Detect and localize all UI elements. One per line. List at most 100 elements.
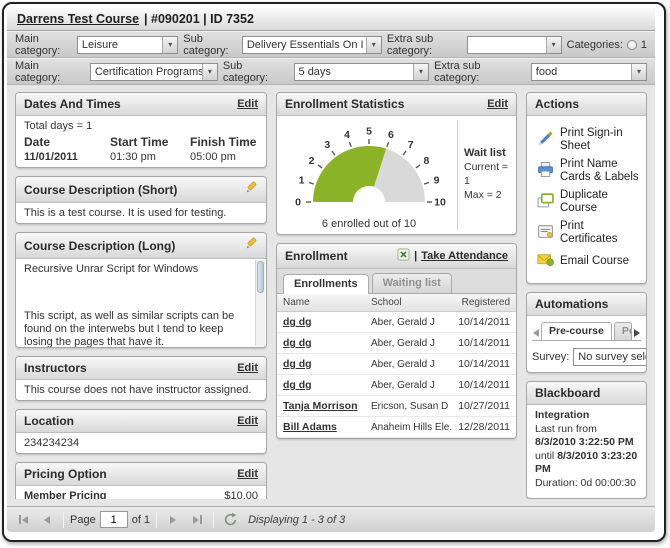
instructors-edit-link[interactable]: Edit — [237, 362, 258, 374]
enrollee-name-link[interactable]: dg dg — [283, 337, 371, 349]
category-row-1: Main category: Leisure ▾ Sub category: D… — [7, 31, 655, 58]
enrollee-name-link[interactable]: Tanja Morrison — [283, 400, 371, 412]
finish-time-column-header: Finish Time — [190, 135, 258, 149]
main-category-label-2: Main category: — [15, 60, 85, 84]
prev-page-button[interactable] — [37, 511, 57, 529]
enrollee-school: Aber, Gerald J — [371, 359, 453, 370]
tab-post-course[interactable]: Post- — [614, 322, 632, 340]
enrollee-school: Aber, Gerald J — [371, 317, 453, 328]
start-time-value: 01:30 pm — [110, 151, 190, 163]
action-label: Print Certificates — [560, 220, 642, 246]
long-description-textarea[interactable]: Recursive Unrar Script for Windows This … — [16, 259, 266, 347]
svg-text:9: 9 — [434, 175, 440, 187]
enrollee-name-link[interactable]: dg dg — [283, 358, 371, 370]
pricing-edit-link[interactable]: Edit — [237, 468, 258, 480]
long-description-title: Course Description (Long) — [24, 239, 175, 253]
svg-text:10: 10 — [434, 197, 446, 209]
page-number-input[interactable] — [100, 511, 128, 528]
table-row: dg dgAber, Gerald J10/14/2011 — [277, 312, 516, 333]
scrollbar-thumb[interactable] — [257, 261, 264, 293]
extra-sub-category-label-1: Extra sub category: — [387, 33, 462, 57]
excel-export-icon[interactable] — [397, 248, 410, 264]
action-print-name-cards-labels[interactable]: Print Name Cards & Labels — [537, 158, 642, 184]
blackboard-body: IntegrationLast run from 8/3/2010 3:22:5… — [527, 405, 646, 499]
tab-enrollments[interactable]: Enrollments — [283, 274, 369, 294]
blackboard-line: Duration: 0d 00:00:30 — [535, 477, 638, 491]
scrollbar-track[interactable] — [255, 260, 265, 346]
enrollment-gauge: 012345678910 — [281, 120, 457, 212]
course-title-link[interactable]: Darrens Test Course — [17, 12, 139, 26]
instructors-panel: Instructors Edit This course does not ha… — [15, 356, 267, 401]
svg-text:8: 8 — [423, 155, 429, 167]
pager-bar: Page of 1 Displaying 1 - 3 of 3 — [7, 506, 655, 532]
pricing-rows: Member Pricing$10.00Public Pricing$95.00… — [16, 486, 266, 499]
chevron-down-icon: ▾ — [202, 64, 217, 80]
action-print-certificates[interactable]: Print Certificates — [537, 220, 642, 246]
enrollment-stats-edit-link[interactable]: Edit — [487, 98, 508, 110]
enrollment-title: Enrollment — [285, 249, 348, 263]
location-edit-link[interactable]: Edit — [237, 415, 258, 427]
right-column: Actions Print Sign-in Sheet Print Name Ca… — [526, 92, 647, 499]
enrollee-registered: 10/14/2011 — [453, 316, 510, 328]
survey-label: Survey: — [532, 351, 569, 363]
blackboard-line: Last run from 8/3/2010 3:22:50 PM until … — [535, 423, 638, 477]
last-page-button[interactable] — [187, 511, 207, 529]
email-icon — [537, 251, 554, 272]
survey-select[interactable]: No survey sele ▾ — [573, 348, 647, 366]
sub-category-select-1[interactable]: Delivery Essentials On I ▾ — [242, 36, 382, 54]
enrollee-school: Anaheim Hills Ele... — [371, 422, 453, 433]
tab-waiting-list[interactable]: Waiting list — [372, 273, 452, 293]
svg-text:2: 2 — [309, 155, 315, 167]
action-duplicate-course[interactable]: Duplicate Course — [537, 189, 642, 215]
enrollee-registered: 12/28/2011 — [453, 421, 510, 433]
certificate-icon — [537, 223, 554, 244]
actions-title: Actions — [535, 97, 579, 111]
enrollee-name-link[interactable]: Bill Adams — [283, 421, 371, 433]
date-column-header: Date — [24, 135, 110, 149]
enrollment-tabs: Enrollments Waiting list — [277, 269, 516, 294]
blackboard-line: Integration — [535, 409, 638, 423]
left-column: Dates And Times Edit Total days = 1 Date… — [15, 92, 267, 499]
tab-pre-course[interactable]: Pre-course — [541, 322, 612, 340]
pencil-edit-icon[interactable] — [244, 237, 258, 254]
sub-category-select-2[interactable]: 5 days ▾ — [294, 63, 430, 81]
short-description-panel: Course Description (Short) This is a tes… — [15, 176, 267, 224]
name-column-header[interactable]: Name — [283, 297, 371, 308]
action-email-course[interactable]: Email Course — [537, 251, 642, 272]
main-category-select-1[interactable]: Leisure ▾ — [77, 36, 178, 54]
table-row: dg dgAber, Gerald J10/14/2011 — [277, 354, 516, 375]
enrollee-name-link[interactable]: dg dg — [283, 379, 371, 391]
svg-text:1: 1 — [299, 175, 305, 187]
blackboard-panel: Blackboard IntegrationLast run from 8/3/… — [526, 381, 647, 499]
tab-scroll-left-icon[interactable] — [533, 326, 539, 340]
category-row-2: Main category: Certification Programs ▾ … — [7, 58, 655, 85]
pricing-value: $10.00 — [224, 490, 258, 499]
total-days-text: Total days = 1 — [24, 120, 258, 132]
location-text: 234234234 — [16, 433, 266, 453]
titlebar: Darrens Test Course | #090201 | ID 7352 — [7, 7, 655, 31]
action-print-sign-in-sheet[interactable]: Print Sign-in Sheet — [537, 127, 642, 153]
enrollment-table-header: Name School Registered — [277, 294, 516, 312]
extra-sub-category-select-1[interactable]: ▾ — [467, 36, 562, 54]
enrollee-name-link[interactable]: dg dg — [283, 316, 371, 328]
take-attendance-link[interactable]: Take Attendance — [421, 250, 508, 262]
action-label: Email Course — [560, 255, 629, 268]
extra-sub-category-select-2[interactable]: food ▾ — [531, 63, 647, 81]
main-category-select-2[interactable]: Certification Programs ▾ — [90, 63, 218, 81]
enrollee-school: Aber, Gerald J — [371, 380, 453, 391]
school-column-header[interactable]: School — [371, 297, 453, 308]
pager-separator — [156, 512, 157, 528]
wait-list-current: Current = 1 — [464, 160, 516, 188]
registered-column-header[interactable]: Registered — [453, 297, 510, 308]
pencil-edit-icon[interactable] — [244, 181, 258, 198]
next-page-button[interactable] — [163, 511, 183, 529]
dates-edit-link[interactable]: Edit — [237, 98, 258, 110]
first-page-button[interactable] — [13, 511, 33, 529]
enrollee-registered: 10/14/2011 — [453, 379, 510, 391]
table-row: Tanja MorrisonEricson, Susan D10/27/2011 — [277, 396, 516, 417]
enrollment-panel: Enrollment | Take Attendance Enrollments… — [276, 243, 517, 439]
tab-scroll-right-icon[interactable] — [634, 326, 640, 340]
start-time-column-header: Start Time — [110, 135, 190, 149]
refresh-icon[interactable] — [220, 511, 240, 529]
categories-radio[interactable] — [627, 40, 637, 50]
